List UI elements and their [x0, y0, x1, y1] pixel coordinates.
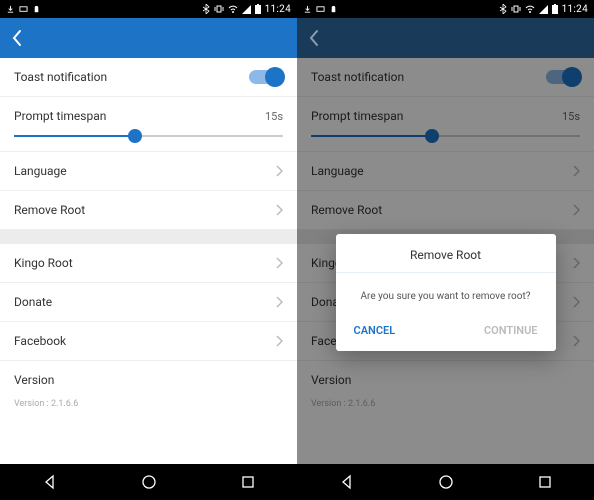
- wifi-icon: [228, 5, 238, 14]
- android-icon: [329, 5, 338, 14]
- download-icon: [303, 5, 312, 14]
- row-donate[interactable]: Donate: [0, 283, 297, 322]
- screen-icon: [316, 5, 325, 14]
- clock: 11:24: [265, 4, 291, 15]
- back-icon: [307, 28, 321, 48]
- battery-icon: [255, 4, 261, 14]
- row-toast[interactable]: Toast notification: [0, 58, 297, 97]
- toggle-switch[interactable]: [249, 70, 283, 84]
- app-bar: [297, 18, 594, 58]
- signal-icon: [242, 5, 251, 14]
- back-icon[interactable]: [10, 28, 24, 48]
- remove-root-dialog: Remove Root Are you sure you want to rem…: [336, 234, 556, 351]
- row-version: Version: [0, 361, 297, 399]
- timespan-label: Prompt timespan: [14, 109, 106, 123]
- continue-button[interactable]: CONTINUE: [484, 324, 538, 337]
- bluetooth-icon: [202, 4, 210, 14]
- version-label: Version: [14, 373, 54, 387]
- phone-left: 11:24 Toast notification Prompt timespan…: [0, 0, 297, 500]
- toast-label: Toast notification: [14, 70, 107, 84]
- android-icon: [32, 5, 41, 14]
- cancel-button[interactable]: CANCEL: [354, 324, 396, 337]
- donate-label: Donate: [14, 295, 52, 309]
- chevron-right-icon: [275, 296, 283, 308]
- nav-back-icon[interactable]: [338, 473, 356, 491]
- nav-recent-icon[interactable]: [239, 473, 257, 491]
- slider-fill: [14, 135, 135, 137]
- screen-icon: [19, 5, 28, 14]
- download-icon: [6, 5, 15, 14]
- chevron-right-icon: [275, 335, 283, 347]
- section-gap: [0, 230, 297, 244]
- wifi-icon: [525, 5, 535, 14]
- slider-track: [14, 135, 283, 137]
- chevron-right-icon: [275, 204, 283, 216]
- status-bar: 11:24: [0, 0, 297, 18]
- row-kingo[interactable]: Kingo Root: [0, 244, 297, 283]
- battery-icon: [552, 4, 558, 14]
- remove-root-label: Remove Root: [14, 203, 85, 217]
- status-bar: 11:24: [297, 0, 594, 18]
- dialog-title: Remove Root: [336, 234, 556, 273]
- chevron-right-icon: [275, 165, 283, 177]
- chevron-right-icon: [275, 257, 283, 269]
- vibrate-icon: [214, 4, 224, 14]
- nav-bar: [0, 464, 297, 500]
- language-label: Language: [14, 164, 67, 178]
- clock: 11:24: [562, 4, 588, 15]
- version-value: Version : 2.1.6.6: [0, 399, 297, 423]
- dialog-message: Are you sure you want to remove root?: [336, 273, 556, 324]
- nav-home-icon[interactable]: [437, 473, 455, 491]
- slider-thumb[interactable]: [128, 129, 142, 143]
- nav-bar: [297, 464, 594, 500]
- row-timespan[interactable]: Prompt timespan 15s: [0, 97, 297, 135]
- facebook-label: Facebook: [14, 334, 66, 348]
- nav-back-icon[interactable]: [41, 473, 59, 491]
- bluetooth-icon: [499, 4, 507, 14]
- signal-icon: [539, 5, 548, 14]
- vibrate-icon: [511, 4, 521, 14]
- settings-content: Toast notification Prompt timespan 15s L…: [297, 58, 594, 464]
- row-remove-root[interactable]: Remove Root: [0, 191, 297, 230]
- dialog-actions: CANCEL CONTINUE: [336, 324, 556, 351]
- app-bar: [0, 18, 297, 58]
- nav-recent-icon[interactable]: [536, 473, 554, 491]
- kingo-label: Kingo Root: [14, 256, 73, 270]
- slider[interactable]: [0, 135, 297, 152]
- row-facebook[interactable]: Facebook: [0, 322, 297, 361]
- timespan-value: 15s: [265, 110, 283, 123]
- phone-right: 11:24 Toast notification Prompt timespan…: [297, 0, 594, 500]
- settings-content: Toast notification Prompt timespan 15s L…: [0, 58, 297, 464]
- nav-home-icon[interactable]: [140, 473, 158, 491]
- row-language[interactable]: Language: [0, 152, 297, 191]
